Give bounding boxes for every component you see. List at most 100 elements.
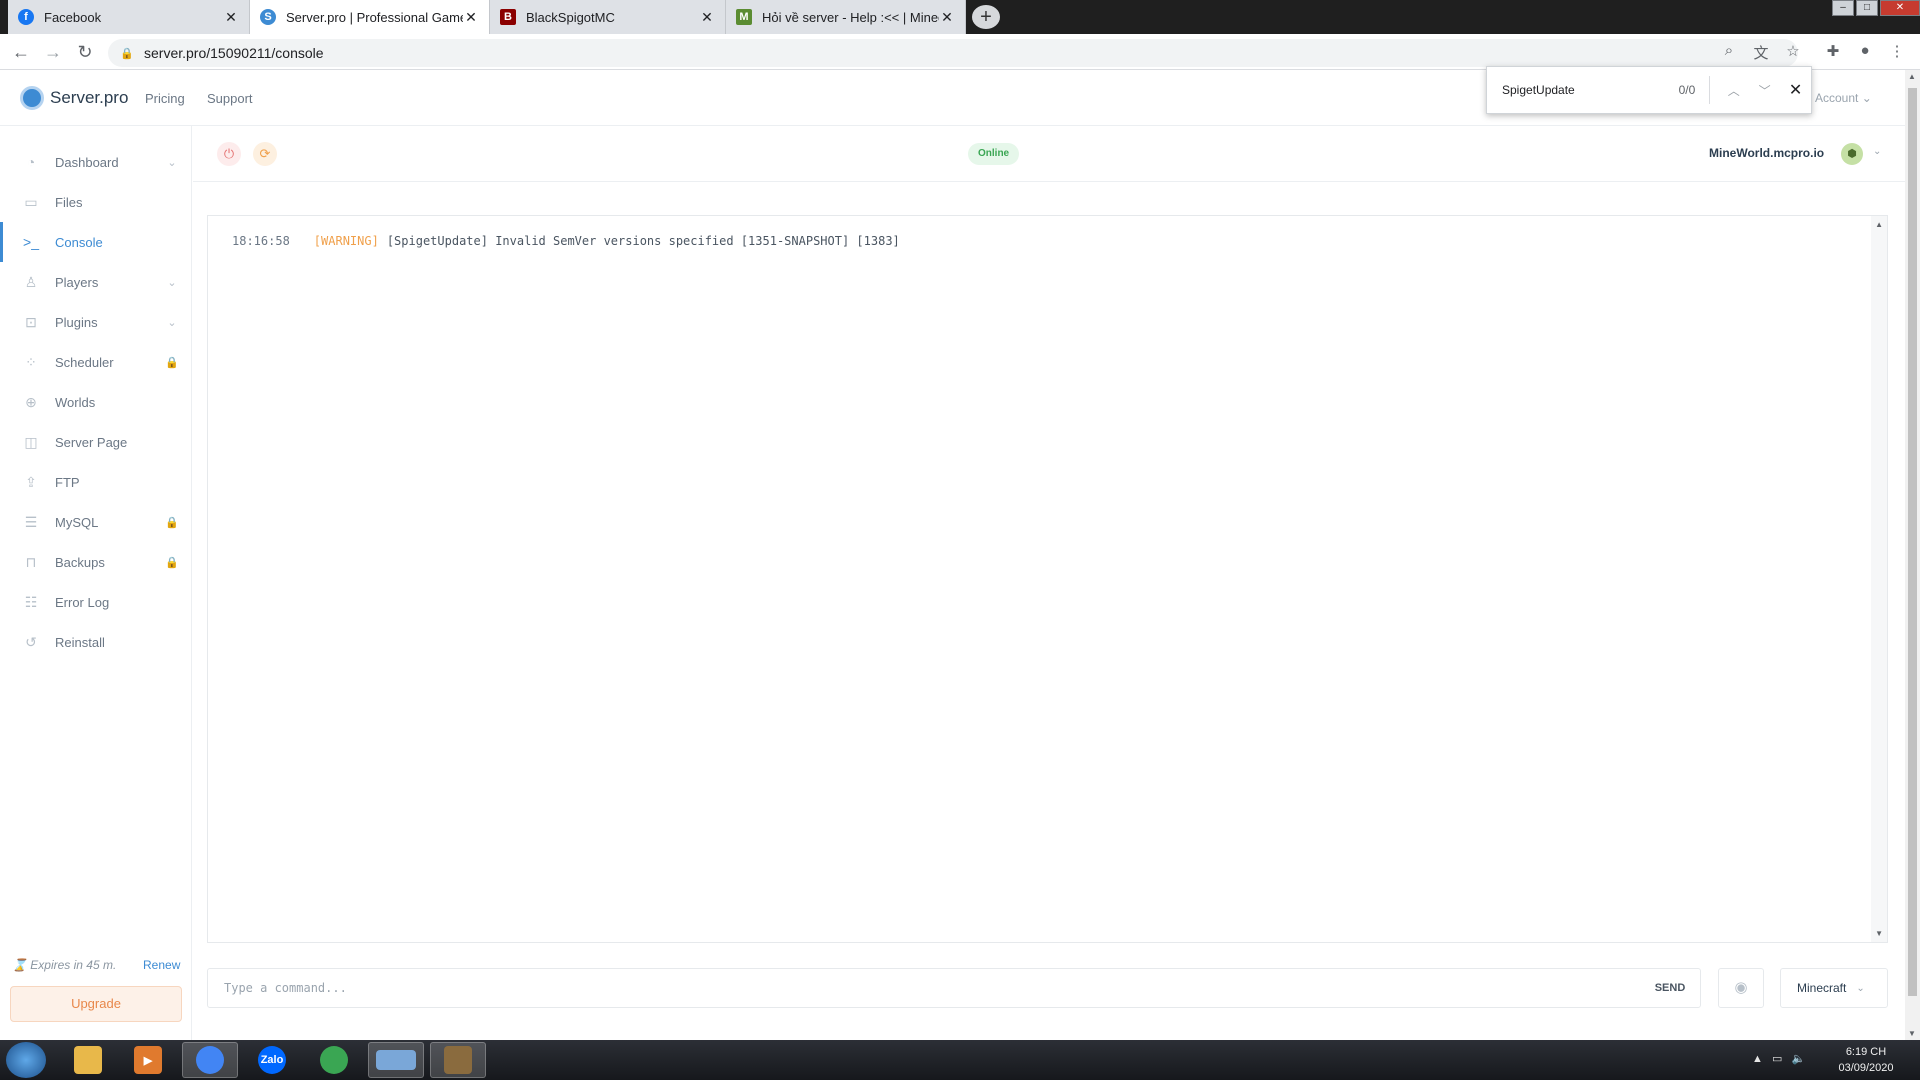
log-timestamp: 18:16:58 [232, 234, 290, 248]
close-icon[interactable]: ✕ [463, 9, 479, 26]
menu-icon[interactable]: ⋮ [1886, 42, 1908, 60]
mysql-icon: ☰ [24, 513, 38, 530]
scrollbar-thumb[interactable] [1908, 88, 1917, 996]
find-input[interactable]: SpigetUpdate [1502, 83, 1647, 97]
renew-link[interactable]: Renew [143, 958, 180, 972]
minecraft-icon: M [736, 9, 752, 25]
send-button[interactable]: SEND [1640, 982, 1700, 994]
sidebar-item-scheduler[interactable]: ⁘ Scheduler 🔒 [0, 342, 192, 382]
reinstall-icon: ↺ [25, 633, 37, 650]
chevron-down-icon: ⌄ [1856, 982, 1865, 994]
sidebar-item-mysql[interactable]: ☰ MySQL 🔒 [0, 502, 192, 542]
brand-logo[interactable]: Server.pro [20, 86, 128, 110]
scheduler-icon: ⁘ [25, 353, 37, 370]
chevron-down-icon: ⌄ [167, 156, 177, 169]
file-explorer-icon[interactable] [60, 1042, 116, 1078]
console-scrollbar[interactable]: ▲ ▼ [1871, 216, 1887, 942]
eye-icon[interactable]: ◉ [1718, 968, 1764, 1008]
account-menu[interactable]: Account ⌄ [1815, 91, 1872, 105]
sidebar-item-players[interactable]: ♙ Players ⌄ [0, 262, 192, 302]
account-label: Account [1815, 91, 1859, 105]
sidebar: ◔ Dashboard ⌄ ▭ Files >_ Console ♙ Playe… [0, 126, 192, 1040]
clock[interactable]: 6:19 CH 03/09/2020 [1826, 1044, 1906, 1076]
start-button[interactable] [6, 1042, 46, 1078]
scroll-up-icon[interactable]: ▲ [1875, 220, 1883, 229]
expires-text: ⌛ Expires in 45 m. [12, 958, 117, 972]
sidebar-item-label: Backups [55, 554, 105, 570]
app-green-icon[interactable] [306, 1042, 362, 1078]
profile-icon[interactable]: ● [1854, 42, 1876, 59]
sidebar-item-worlds[interactable]: ⊕ Worlds [0, 382, 192, 422]
lock-icon: 🔒 [165, 556, 179, 569]
zalo-label: Zalo [258, 1046, 286, 1074]
forward-icon[interactable]: → [42, 42, 64, 63]
restart-icon[interactable]: ⟳ [253, 142, 277, 166]
translate-icon[interactable]: 文 [1750, 42, 1772, 63]
command-bar: SEND [207, 968, 1701, 1008]
window-close-button[interactable]: ✕ [1880, 0, 1920, 16]
nav-pricing[interactable]: Pricing [145, 91, 185, 106]
tray-icons[interactable]: ▲ ▭ 🔈 [1752, 1052, 1805, 1065]
close-icon[interactable]: ✕ [223, 9, 239, 26]
address-bar[interactable]: 🔒 server.pro/15090211/console [108, 39, 1798, 67]
media-player-icon[interactable]: ▶ [120, 1042, 176, 1078]
find-icon[interactable]: ⌕ [1718, 42, 1740, 59]
tab-blackspigot[interactable]: B BlackSpigotMC ✕ [490, 0, 726, 34]
sidebar-item-label: Server Page [55, 434, 128, 450]
dashboard-icon: ◔ [26, 154, 36, 170]
chevron-down-icon[interactable]: ⌄ [1873, 146, 1881, 157]
scroll-down-icon[interactable]: ▼ [1875, 929, 1883, 938]
command-input[interactable] [208, 970, 1640, 1006]
console-mode-value: Minecraft [1797, 981, 1847, 995]
sidebar-item-backups[interactable]: ⊓ Backups 🔒 [0, 542, 192, 582]
upgrade-button[interactable]: Upgrade [10, 986, 182, 1022]
zalo-icon[interactable]: Zalo [244, 1042, 300, 1078]
find-count: 0/0 [1678, 83, 1696, 97]
sidebar-item-label: MySQL [55, 514, 99, 530]
server-avatar-icon[interactable]: ⬢ [1841, 143, 1863, 165]
page-scrollbar[interactable]: ▲ ▼ [1905, 70, 1920, 1040]
find-bar: SpigetUpdate 0/0 ︿ ﹀ ✕ [1486, 66, 1812, 114]
sidebar-item-label: Players [55, 274, 99, 290]
sidebar-item-error-log[interactable]: ☷ Error Log [0, 582, 192, 622]
minecraft-icon[interactable] [430, 1042, 486, 1078]
server-name[interactable]: MineWorld.mcpro.io [1709, 146, 1824, 160]
sidebar-item-plugins[interactable]: ⊡ Plugins ⌄ [0, 302, 192, 342]
backups-icon: ⊓ [25, 553, 37, 570]
star-icon[interactable]: ☆ [1782, 42, 1804, 60]
close-icon[interactable]: ✕ [699, 9, 715, 26]
console-mode-select[interactable]: Minecraft ⌄ [1780, 968, 1888, 1008]
sidebar-item-label: Dashboard [55, 154, 119, 170]
sidebar-item-dashboard[interactable]: ◔ Dashboard ⌄ [0, 142, 192, 182]
sidebar-item-ftp[interactable]: ⇪ FTP [0, 462, 192, 502]
sidebar-item-reinstall[interactable]: ↺ Reinstall [0, 622, 192, 662]
tab-serverpro[interactable]: S Server.pro | Professional Game S ✕ [250, 0, 490, 34]
minimize-button[interactable]: – [1832, 0, 1854, 16]
reload-icon[interactable]: ↻ [74, 42, 96, 63]
server-page-icon: ◫ [24, 433, 38, 450]
sidebar-item-console[interactable]: >_ Console [0, 222, 192, 262]
on-screen-keyboard-icon[interactable] [368, 1042, 424, 1078]
tab-title: Facebook [44, 9, 102, 25]
close-icon[interactable]: ✕ [939, 9, 955, 26]
tab-title: Hỏi về server - Help :<< | Minecr [762, 9, 939, 25]
extensions-icon[interactable]: ✚ [1822, 42, 1844, 60]
sidebar-item-server-page[interactable]: ◫ Server Page [0, 422, 192, 462]
expires-label: Expires in 45 m. [30, 958, 117, 972]
scroll-up-icon[interactable]: ▲ [1908, 72, 1916, 81]
chrome-icon[interactable] [182, 1042, 238, 1078]
tab-minecraft-forum[interactable]: M Hỏi về server - Help :<< | Minecr ✕ [726, 0, 966, 34]
close-icon[interactable]: ✕ [1780, 80, 1811, 100]
console-output[interactable]: 18:16:58 [WARNING] [SpigetUpdate] Invalid … [207, 215, 1888, 943]
power-icon[interactable]: ⏻ [217, 142, 241, 166]
chevron-down-icon[interactable]: ﹀ [1749, 82, 1780, 99]
sidebar-item-files[interactable]: ▭ Files [0, 182, 192, 222]
maximize-button[interactable]: □ [1856, 0, 1878, 16]
chevron-up-icon[interactable]: ︿ [1718, 82, 1749, 99]
status-badge: Online [968, 143, 1020, 165]
tab-facebook[interactable]: f Facebook ✕ [8, 0, 250, 34]
new-tab-button[interactable]: + [972, 5, 1000, 29]
nav-support[interactable]: Support [207, 91, 253, 106]
scroll-down-icon[interactable]: ▼ [1908, 1029, 1916, 1038]
back-icon[interactable]: ← [10, 42, 32, 63]
